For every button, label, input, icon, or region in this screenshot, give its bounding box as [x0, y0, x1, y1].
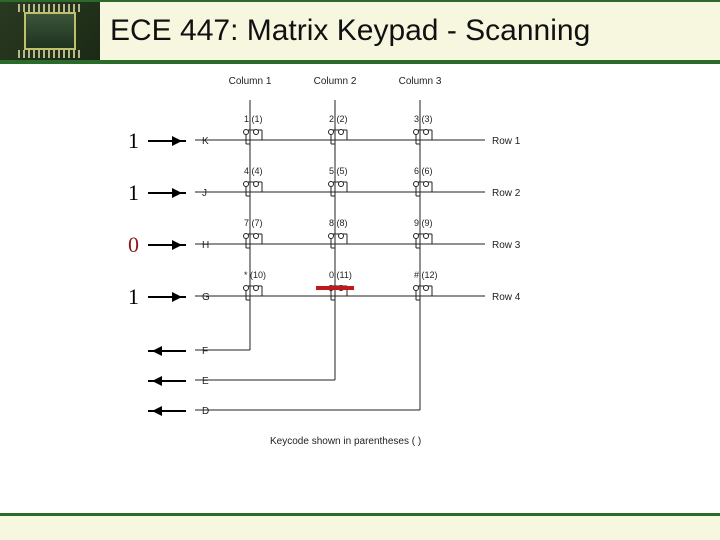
row-input-2: 1	[128, 180, 139, 206]
pin-row-1: K	[202, 136, 209, 147]
svg-text:1 (1): 1 (1)	[244, 114, 263, 124]
svg-text:9 (9): 9 (9)	[414, 218, 433, 228]
page-title: ECE 447: Matrix Keypad - Scanning	[110, 14, 590, 48]
row-label-4: Row 4	[492, 292, 521, 303]
pin-col-3: D	[202, 406, 209, 417]
svg-text:* (10): * (10)	[244, 270, 266, 280]
svg-text:5 (5): 5 (5)	[329, 166, 348, 176]
row-label-3: Row 3	[492, 240, 521, 251]
slide-footer	[0, 513, 720, 540]
row-input-1: 1	[128, 128, 139, 154]
row-input-4: 1	[128, 284, 139, 310]
pin-col-2: E	[202, 376, 209, 387]
col-label-1: Column 1	[229, 76, 272, 87]
svg-text:3 (3): 3 (3)	[414, 114, 433, 124]
svg-text:4 (4): 4 (4)	[244, 166, 263, 176]
svg-text:7 (7): 7 (7)	[244, 218, 263, 228]
keypad-schematic: Column 1 Column 2 Column 3 Row 1 Row 2 R…	[140, 72, 560, 472]
svg-text:6 (6): 6 (6)	[414, 166, 433, 176]
diagram-area: 1 1 0 1 Column 1 Column 2 Column 3 Row 1…	[0, 62, 720, 522]
row-label-1: Row 1	[492, 136, 521, 147]
svg-text:8 (8): 8 (8)	[329, 218, 348, 228]
key-grid: 1 (1) 2 (2) 3 (3) 4 (4) 5 (5) 6 (6) 7 (7) 8 (8)…	[244, 114, 438, 300]
row-label-2: Row 2	[492, 188, 521, 199]
pin-row-4: G	[202, 292, 210, 303]
pin-col-1: F	[202, 346, 208, 357]
pin-row-3: H	[202, 240, 209, 251]
svg-text:# (12): # (12)	[414, 270, 438, 280]
slide-header: ECE 447: Matrix Keypad - Scanning	[0, 0, 720, 64]
pin-row-2: J	[202, 188, 207, 199]
chip-thumbnail	[0, 2, 100, 60]
diagram-caption: Keycode shown in parentheses ( )	[270, 436, 421, 447]
row-input-3: 0	[128, 232, 139, 258]
chip-icon	[24, 12, 76, 50]
col-label-2: Column 2	[314, 76, 357, 87]
col-label-3: Column 3	[399, 76, 442, 87]
svg-text:0 (11): 0 (11)	[329, 270, 352, 280]
svg-text:2 (2): 2 (2)	[329, 114, 348, 124]
